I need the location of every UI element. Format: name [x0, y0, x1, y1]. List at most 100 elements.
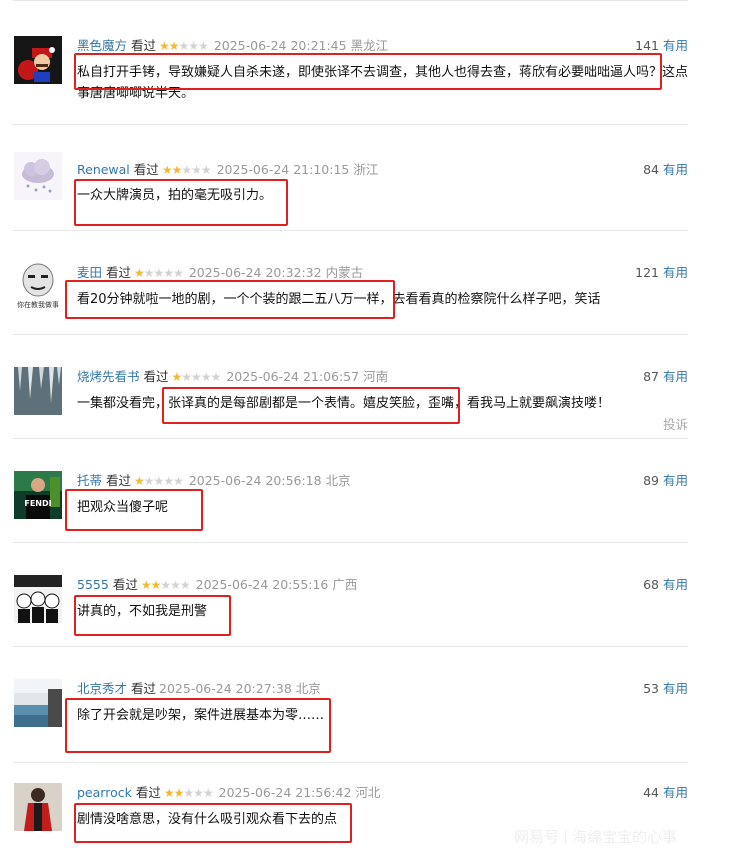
user-avatar[interactable]: [14, 783, 62, 831]
watermark: 网易号 海绵宝宝的心事: [514, 826, 677, 847]
user-avatar[interactable]: FENDI: [14, 471, 62, 519]
rating-stars: ★★★★★: [134, 474, 184, 488]
review-meta: pearrock 看过 ★★★★★ 2025-06-24 21:56:42 河北: [77, 784, 380, 802]
vote-area: 89 有用: [643, 472, 688, 490]
vote-count: 87: [643, 369, 659, 384]
divider: [13, 334, 688, 335]
useful-button[interactable]: 有用: [663, 38, 688, 53]
vote-area: 87 有用: [643, 368, 688, 386]
highlight-box: [65, 489, 203, 531]
user-name[interactable]: 烧烤先看书: [77, 369, 140, 384]
user-name[interactable]: 黑色魔方: [77, 38, 127, 53]
top-divider: [13, 0, 688, 1]
user-avatar[interactable]: [14, 367, 62, 415]
review-location: 北京: [325, 473, 351, 488]
user-avatar[interactable]: [14, 575, 62, 623]
user-name[interactable]: 北京秀才: [77, 681, 127, 696]
rating-stars: ★★★★★: [163, 786, 214, 800]
rating-stars: ★★★★★: [140, 578, 191, 592]
useful-button[interactable]: 有用: [663, 162, 688, 177]
review-location: 内蒙古: [325, 265, 364, 280]
review-time[interactable]: 2025-06-24 20:27:38: [159, 681, 292, 696]
review-meta: Renewal 看过 ★★★★★ 2025-06-24 21:10:15 浙江: [77, 161, 378, 179]
watch-status: 看过: [135, 785, 161, 800]
watch-status: 看过: [131, 681, 157, 696]
vote-count: 53: [643, 681, 659, 696]
highlight-box: [74, 803, 352, 843]
user-name[interactable]: Renewal: [77, 162, 130, 177]
watch-status: 看过: [112, 577, 138, 592]
review-location: 北京: [295, 681, 321, 696]
vote-count: 121: [635, 265, 659, 280]
useful-button[interactable]: 有用: [663, 681, 688, 696]
watermark-divider: [565, 830, 567, 844]
vote-count: 84: [643, 162, 659, 177]
review-time[interactable]: 2025-06-24 21:10:15: [217, 162, 350, 177]
user-name[interactable]: pearrock: [77, 785, 132, 800]
useful-button[interactable]: 有用: [663, 265, 688, 280]
vote-count: 44: [643, 785, 659, 800]
review-location: 河南: [363, 369, 389, 384]
highlight-box: [65, 280, 395, 319]
useful-button[interactable]: 有用: [663, 369, 688, 384]
review-meta: 北京秀才 看过 2025-06-24 20:27:38 北京: [77, 680, 321, 698]
user-name[interactable]: 5555: [77, 577, 109, 592]
divider: [13, 124, 688, 125]
review-location: 广西: [332, 577, 358, 592]
user-avatar[interactable]: 你在教我做事情: [14, 262, 62, 310]
highlight-box: [65, 698, 331, 753]
highlight-box: [74, 595, 231, 636]
vote-area: 44 有用: [643, 784, 688, 802]
watch-status: 看过: [133, 162, 159, 177]
user-name[interactable]: 托蒂: [77, 473, 102, 488]
review-item: Renewal 看过 ★★★★★ 2025-06-24 21:10:15 浙江 84 有用…: [0, 138, 731, 242]
user-avatar[interactable]: [14, 152, 62, 200]
divider: [13, 542, 688, 543]
useful-button[interactable]: 有用: [663, 473, 688, 488]
vote-area: 68 有用: [643, 576, 688, 594]
divider: [13, 438, 688, 439]
watch-status: 看过: [106, 265, 132, 280]
highlight-box: [162, 387, 460, 424]
review-item: 北京秀才 看过 2025-06-24 20:27:38 北京 53 有用 除了开会就是吵…: [0, 658, 731, 763]
rating-stars: ★★★★★: [171, 370, 222, 384]
review-time[interactable]: 2025-06-24 21:56:42: [219, 785, 352, 800]
report-button[interactable]: 投诉: [663, 414, 688, 433]
review-item: pearrock 看过 ★★★★★ 2025-06-24 21:56:42 河北 44 有…: [0, 762, 731, 866]
review-item: 5555 看过 ★★★★★ 2025-06-24 20:55:16 广西 68 有用 讲真…: [0, 554, 731, 658]
watch-status: 看过: [143, 369, 169, 384]
vote-area: 84 有用: [643, 161, 688, 179]
avatar-caption: FENDI: [24, 499, 52, 508]
vote-area: 53 有用: [643, 680, 688, 698]
review-meta: 托蒂 看过 ★★★★★ 2025-06-24 20:56:18 北京: [77, 472, 351, 490]
rating-stars: ★★★★★: [161, 163, 212, 177]
review-item: 黑色魔方 看过 ★★★★★ 2025-06-24 20:21:45 黑龙江 141 有用 …: [0, 34, 731, 138]
review-location: 黑龙江: [350, 38, 389, 53]
highlight-box: [74, 53, 662, 90]
user-avatar[interactable]: [14, 679, 62, 727]
vote-count: 68: [643, 577, 659, 592]
review-item: 烧烤先看书 看过 ★★★★★ 2025-06-24 21:06:57 河南 87 有用 一…: [0, 346, 731, 450]
review-time[interactable]: 2025-06-24 20:56:18: [189, 473, 322, 488]
watch-status: 看过: [106, 473, 132, 488]
user-avatar[interactable]: [14, 36, 62, 84]
review-item: FENDI 托蒂 看过 ★★★★★ 2025-06-24 20:56:18 北京 89 有…: [0, 450, 731, 554]
divider: [13, 646, 688, 647]
review-meta: 烧烤先看书 看过 ★★★★★ 2025-06-24 21:06:57 河南: [77, 368, 388, 386]
review-time[interactable]: 2025-06-24 20:55:16: [196, 577, 329, 592]
watermark-account: 海绵宝宝的心事: [572, 828, 678, 846]
highlight-box: [74, 179, 288, 226]
useful-button[interactable]: 有用: [663, 577, 688, 592]
avatar-caption: 你在教我做事情: [17, 301, 59, 309]
review-meta: 5555 看过 ★★★★★ 2025-06-24 20:55:16 广西: [77, 576, 357, 594]
review-time[interactable]: 2025-06-24 21:06:57: [226, 369, 359, 384]
watermark-brand: 网易号: [514, 828, 560, 846]
divider: [13, 230, 688, 231]
review-time[interactable]: 2025-06-24 20:32:32: [189, 265, 322, 280]
vote-area: 121 有用: [635, 264, 688, 282]
review-time[interactable]: 2025-06-24 20:21:45: [214, 38, 347, 53]
vote-count: 89: [643, 473, 659, 488]
user-name[interactable]: 麦田: [77, 265, 102, 280]
review-location: 河北: [355, 785, 381, 800]
useful-button[interactable]: 有用: [663, 785, 688, 800]
